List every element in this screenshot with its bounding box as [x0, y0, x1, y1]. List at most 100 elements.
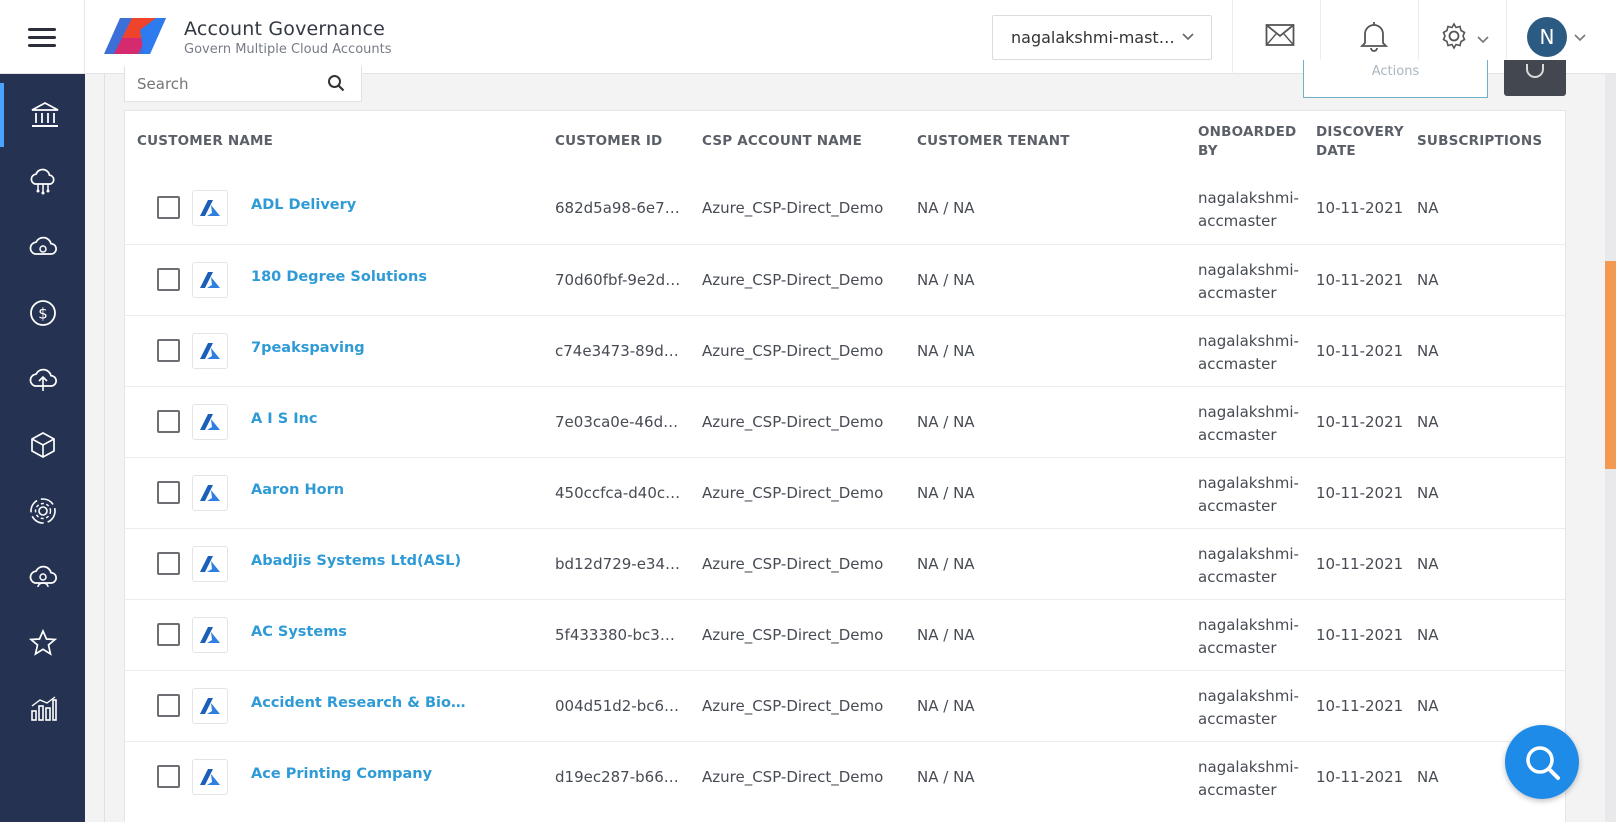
discovery-date: 10-11-2021 [1316, 768, 1404, 786]
row-checkbox[interactable] [157, 552, 180, 575]
bank-icon [31, 101, 58, 127]
row-checkbox[interactable] [157, 765, 180, 788]
sidebar-item-reports[interactable] [0, 677, 85, 741]
csp-account-name: Azure_CSP-Direct_Demo [702, 413, 884, 431]
azure-icon [192, 475, 228, 511]
customer-name-link[interactable]: AC Systems [251, 624, 347, 640]
header-discovery-line1: DISCOVERY [1316, 124, 1404, 140]
azure-icon [192, 262, 228, 298]
customer-tenant: NA / NA [917, 342, 975, 360]
mail-icon[interactable] [1265, 22, 1295, 48]
header-onboarded-by[interactable]: ONBOARDED BY [1198, 123, 1296, 161]
sidebar-item-cloud-settings[interactable] [0, 215, 85, 279]
search-input[interactable] [137, 74, 317, 93]
account-select[interactable]: nagalakshmi-masteraccount [992, 15, 1212, 60]
table-row[interactable]: ADL Delivery 682d5a98-6e70… Azure_CSP-Dire… [125, 173, 1565, 244]
dollar-icon: $ [29, 300, 56, 326]
table-row[interactable]: 180 Degree Solutions 70d60fbf-9e2d-… Azure… [125, 244, 1565, 315]
actions-button[interactable]: Actions [1303, 60, 1488, 98]
customer-id: d19ec287-b66f-… [555, 768, 681, 786]
customer-name-link[interactable]: A I S Inc [251, 411, 318, 427]
discovery-date: 10-11-2021 [1316, 342, 1404, 360]
header-customer-name[interactable]: CUSTOMER NAME [137, 132, 273, 151]
table-row[interactable]: Ace Printing Company d19ec287-b66f-… Azure… [125, 741, 1565, 812]
sidebar-item-resources[interactable] [0, 413, 85, 477]
chevron-down-icon [1182, 33, 1194, 41]
search-icon[interactable] [327, 74, 345, 92]
customer-tenant: NA / NA [917, 626, 975, 644]
onboarded-by: nagalakshmi-accmaster [1198, 687, 1299, 728]
row-checkbox[interactable] [157, 196, 180, 219]
header-customer-tenant[interactable]: CUSTOMER TENANT [917, 132, 1070, 151]
search-box [124, 66, 362, 102]
customer-name-link[interactable]: ADL Delivery [251, 197, 356, 213]
onboarded-by: nagalakshmi-accmaster [1198, 616, 1299, 657]
customer-id: 450ccfca-d40c… [555, 484, 681, 502]
header-csp-account-name[interactable]: CSP ACCOUNT NAME [702, 132, 862, 151]
onboarded-by: nagalakshmi-accmaster [1198, 189, 1299, 230]
onboarded-by: nagalakshmi-accmaster [1198, 758, 1299, 799]
sidebar-item-cloud-users[interactable] [0, 545, 85, 609]
customer-tenant: NA / NA [917, 199, 975, 217]
avatar[interactable]: N [1527, 17, 1567, 57]
subscriptions: NA [1417, 768, 1439, 786]
sidebar-item-cost[interactable]: $ [0, 281, 85, 345]
header-discovery-line2: DATE [1316, 143, 1356, 159]
discovery-date: 10-11-2021 [1316, 555, 1404, 573]
customer-name-link[interactable]: Ace Printing Company [251, 766, 432, 782]
customer-id: 70d60fbf-9e2d-… [555, 271, 681, 289]
discovery-date: 10-11-2021 [1316, 626, 1404, 644]
scrollbar-thumb[interactable] [1605, 261, 1616, 469]
gear-icon[interactable] [1440, 22, 1468, 50]
header-subscriptions[interactable]: SUBSCRIPTIONS [1417, 132, 1542, 151]
search-help-button[interactable] [1505, 725, 1579, 799]
cloud-network-icon [30, 168, 55, 195]
divider [104, 74, 105, 822]
azure-icon [192, 759, 228, 795]
refresh-button[interactable] [1504, 60, 1566, 96]
azure-icon [192, 546, 228, 582]
subscriptions: NA [1417, 484, 1439, 502]
bell-icon[interactable] [1360, 20, 1388, 52]
sidebar-item-automation[interactable] [0, 479, 85, 543]
table-row[interactable]: AC Systems 5f433380-bc39-… Azure_CSP-Direc… [125, 599, 1565, 670]
table-row[interactable]: Accident Research & Bio… 004d51d2-bc61… Az… [125, 670, 1565, 741]
row-checkbox[interactable] [157, 268, 180, 291]
customer-name-link[interactable]: Accident Research & Bio… [251, 695, 465, 711]
table-row[interactable]: Aaron Horn 450ccfca-d40c… Azure_CSP-Direct… [125, 457, 1565, 528]
chevron-down-icon[interactable] [1573, 32, 1587, 44]
row-checkbox[interactable] [157, 623, 180, 646]
customer-name-link[interactable]: Abadjis Systems Ltd(ASL) [251, 553, 461, 569]
subscriptions: NA [1417, 271, 1439, 289]
table-row[interactable]: A I S Inc 7e03ca0e-46da… Azure_CSP-Direct_… [125, 386, 1565, 457]
customer-name-link[interactable]: 7peakspaving [251, 340, 365, 356]
actions-button-label: Actions [1371, 64, 1420, 79]
row-checkbox[interactable] [157, 481, 180, 504]
sidebar-item-governance[interactable] [0, 83, 85, 147]
customer-id: c74e3473-89dc-… [555, 342, 681, 360]
sidebar-item-cloud-upload[interactable] [0, 347, 85, 411]
row-checkbox[interactable] [157, 694, 180, 717]
customer-tenant: NA / NA [917, 697, 975, 715]
customer-name-link[interactable]: 180 Degree Solutions [251, 269, 427, 285]
table-row[interactable]: Abadjis Systems Ltd(ASL) bd12d729-e347-… A… [125, 528, 1565, 599]
row-checkbox[interactable] [157, 339, 180, 362]
hamburger-menu-icon[interactable] [28, 28, 56, 48]
gear-cycle-icon [29, 498, 56, 524]
refresh-icon [1526, 64, 1544, 78]
table-row[interactable]: 7peakspaving c74e3473-89dc-… Azure_CSP-Dir… [125, 315, 1565, 386]
row-checkbox[interactable] [157, 410, 180, 433]
customer-id: bd12d729-e347-… [555, 555, 681, 573]
subscriptions: NA [1417, 697, 1439, 715]
customer-id: 004d51d2-bc61… [555, 697, 681, 715]
search-icon [1526, 746, 1560, 780]
sidebar-item-favorites[interactable] [0, 611, 85, 675]
header-customer-id[interactable]: CUSTOMER ID [555, 132, 662, 151]
header-discovery-date[interactable]: DISCOVERY DATE [1316, 123, 1404, 161]
customer-tenant: NA / NA [917, 271, 975, 289]
sidebar-item-cloud-network[interactable] [0, 149, 85, 213]
account-select-value: nagalakshmi-masteraccount [1011, 28, 1181, 47]
azure-icon [192, 333, 228, 369]
customer-name-link[interactable]: Aaron Horn [251, 482, 344, 498]
chevron-down-icon[interactable] [1476, 34, 1490, 46]
